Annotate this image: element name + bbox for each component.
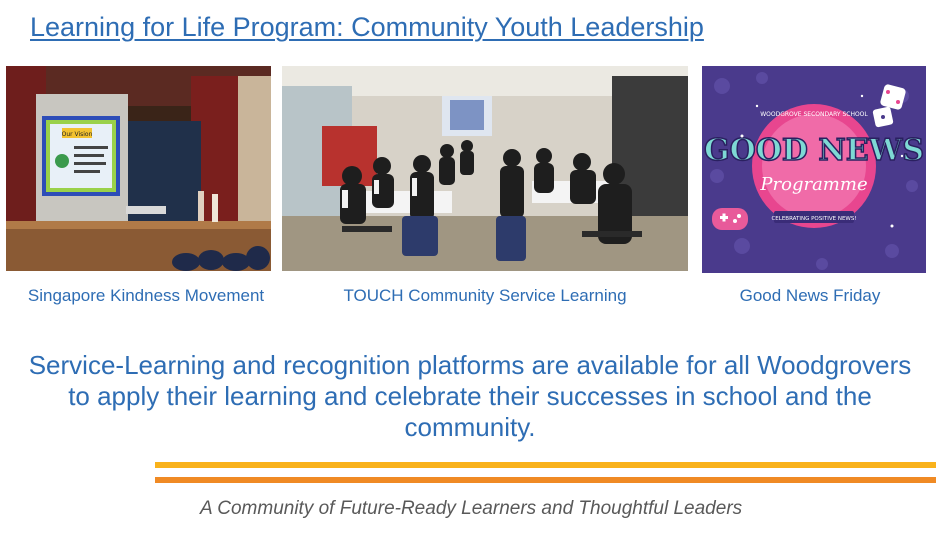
photo-touch-community	[282, 66, 688, 271]
main-statement: Service-Learning and recognition platfor…	[28, 350, 912, 442]
caption-touch-community: TOUCH Community Service Learning	[343, 286, 627, 305]
auditorium-photo: Our Vision	[6, 66, 271, 271]
tagline: A Community of Future-Ready Learners and…	[200, 498, 743, 519]
poster-script-word: Programme	[759, 174, 867, 195]
slide: Learning for Life Program: Community You…	[0, 0, 936, 542]
caption-kindness-movement: Singapore Kindness Movement	[27, 286, 265, 305]
photo-kindness-movement: Our Vision	[6, 66, 271, 271]
good-news-poster: WOODGROVE SECONDARY SCHOOL GOOD NEWS Pro…	[702, 66, 926, 273]
poster-school-name: WOODGROVE SECONDARY SCHOOL	[760, 111, 868, 118]
page-title: Learning for Life Program: Community You…	[30, 12, 704, 42]
divider-bar-yellow	[155, 462, 936, 468]
classroom-group-photo	[282, 66, 688, 271]
gamepad-icon	[712, 208, 748, 230]
poster-headline: GOOD NEWS	[704, 133, 924, 168]
slide-heading: Our Vision	[62, 131, 93, 138]
poster-graphic: WOODGROVE SECONDARY SCHOOL GOOD NEWS Pro…	[702, 66, 926, 273]
poster-ribbon: CELEBRATING POSITIVE NEWS!	[771, 216, 856, 222]
divider-bar-orange	[155, 477, 936, 483]
caption-good-news-friday: Good News Friday	[739, 286, 881, 305]
